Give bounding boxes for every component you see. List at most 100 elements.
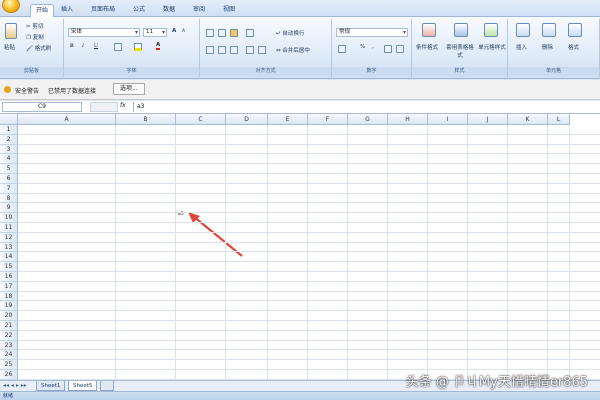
row-header-11[interactable]: 11 xyxy=(0,223,18,233)
row-header-18[interactable]: 18 xyxy=(0,291,18,302)
sheet-tab-sheet5[interactable]: Sheet5 xyxy=(68,381,98,391)
comma-button[interactable]: , xyxy=(372,44,374,50)
column-header-h[interactable]: H xyxy=(388,114,428,125)
row-header-26[interactable]: 26 xyxy=(0,370,18,380)
border-icon[interactable] xyxy=(114,43,122,51)
row-header-13[interactable]: 13 xyxy=(0,242,18,253)
shrink-font-button[interactable]: A xyxy=(182,29,185,34)
decrease-decimal-icon[interactable] xyxy=(396,45,404,53)
percent-button[interactable]: % xyxy=(360,44,365,50)
row-header-16[interactable]: 16 xyxy=(0,272,18,282)
delete-cells-icon[interactable] xyxy=(542,23,556,37)
tab-formulas[interactable]: 公式 xyxy=(128,4,150,17)
sheet-tab-sheet1[interactable]: Sheet1 xyxy=(36,381,66,391)
select-all-corner[interactable] xyxy=(0,114,18,125)
row-header-8[interactable]: 8 xyxy=(0,193,18,204)
cell-styles-icon[interactable] xyxy=(484,23,498,37)
row-header-9[interactable]: 9 xyxy=(0,203,18,214)
row-header-14[interactable]: 14 xyxy=(0,252,18,263)
row-header-2[interactable]: 2 xyxy=(0,134,18,145)
column-header-d[interactable]: D xyxy=(226,114,268,125)
formula-input[interactable]: a3 xyxy=(133,102,597,112)
tab-page-layout[interactable]: 页面布局 xyxy=(86,4,120,17)
cell-styles-button[interactable]: 单元格样式 xyxy=(478,43,506,51)
align-bottom-icon[interactable] xyxy=(230,29,238,37)
delete-cells-button[interactable]: 删除 xyxy=(542,43,553,51)
column-header-c[interactable]: C xyxy=(176,114,226,125)
tab-data[interactable]: 数据 xyxy=(158,4,180,17)
paste-button[interactable]: 粘贴 xyxy=(4,43,15,51)
new-sheet-icon[interactable] xyxy=(100,381,114,391)
row-header-12[interactable]: 12 xyxy=(0,232,18,243)
font-color-button[interactable]: A xyxy=(156,42,161,50)
name-box[interactable]: C9 xyxy=(2,102,82,112)
fill-color-icon[interactable] xyxy=(134,43,142,51)
fx-icon[interactable]: fx xyxy=(120,102,126,109)
cut-button[interactable]: ✂ 剪切 xyxy=(26,22,43,30)
insert-cells-button[interactable]: 插入 xyxy=(516,43,527,51)
format-cells-icon[interactable] xyxy=(568,23,582,37)
row-header-19[interactable]: 19 xyxy=(0,301,18,312)
align-right-icon[interactable] xyxy=(230,46,238,54)
row-header-3[interactable]: 3 xyxy=(0,144,18,155)
column-header-l[interactable]: L xyxy=(548,114,570,125)
column-header-f[interactable]: F xyxy=(308,114,348,125)
italic-button[interactable]: I xyxy=(82,43,84,49)
row-header-5[interactable]: 5 xyxy=(0,164,18,174)
tab-home[interactable]: 开始 xyxy=(30,4,55,17)
increase-decimal-icon[interactable] xyxy=(384,45,392,53)
currency-icon[interactable] xyxy=(338,45,346,53)
bold-button[interactable]: B xyxy=(70,43,74,49)
increase-indent-icon[interactable] xyxy=(258,46,266,54)
align-top-icon[interactable] xyxy=(206,29,214,37)
column-header-g[interactable]: G xyxy=(348,114,388,125)
number-label: 数字 xyxy=(332,67,411,76)
copy-button[interactable]: ❐ 复制 xyxy=(26,33,44,41)
tab-insert[interactable]: 插入 xyxy=(56,4,78,17)
row-header-23[interactable]: 23 xyxy=(0,340,18,351)
paste-icon[interactable] xyxy=(5,23,17,39)
row-header-25[interactable]: 25 xyxy=(0,360,18,370)
row-header-7[interactable]: 7 xyxy=(0,183,18,194)
align-middle-icon[interactable] xyxy=(218,29,226,37)
font-name-select[interactable]: 宋体 xyxy=(68,28,140,37)
column-header-j[interactable]: J xyxy=(468,114,508,125)
insert-cells-icon[interactable] xyxy=(516,23,530,37)
number-format-select[interactable]: 常规 xyxy=(336,28,408,37)
security-options-button[interactable]: 选项... xyxy=(113,83,145,95)
conditional-format-button[interactable]: 条件格式 xyxy=(416,43,438,51)
column-header-a[interactable]: A xyxy=(18,114,116,125)
column-header-e[interactable]: E xyxy=(268,114,308,125)
format-table-button[interactable]: 套用表格格式 xyxy=(446,43,474,59)
row-header-1[interactable]: 1 xyxy=(0,125,18,135)
column-header-k[interactable]: K xyxy=(508,114,548,125)
row-header-4[interactable]: 4 xyxy=(0,154,18,165)
column-header-b[interactable]: B xyxy=(116,114,176,125)
wrap-text-button[interactable]: ↵ 自动换行 xyxy=(276,29,304,37)
font-size-select[interactable]: 11 xyxy=(143,28,167,37)
row-header-10[interactable]: 10 xyxy=(0,213,18,223)
sheet-nav-icon[interactable]: ◂◂ ◂ ▸ ▸▸ xyxy=(3,382,27,389)
row-header-24[interactable]: 24 xyxy=(0,350,18,361)
format-painter-button[interactable]: 🖌 格式刷 xyxy=(26,44,51,52)
row-header-20[interactable]: 20 xyxy=(0,311,18,321)
align-left-icon[interactable] xyxy=(206,46,214,54)
grow-font-button[interactable]: A xyxy=(172,28,176,34)
row-header-21[interactable]: 21 xyxy=(0,321,18,331)
row-header-6[interactable]: 6 xyxy=(0,174,18,184)
column-header-i[interactable]: I xyxy=(428,114,468,125)
orientation-icon[interactable] xyxy=(246,29,254,37)
office-button-icon[interactable] xyxy=(2,0,20,13)
conditional-format-icon[interactable] xyxy=(422,23,436,37)
format-cells-button[interactable]: 格式 xyxy=(568,43,579,51)
underline-button[interactable]: U xyxy=(94,43,98,49)
decrease-indent-icon[interactable] xyxy=(246,46,254,54)
tab-view[interactable]: 视图 xyxy=(218,4,240,17)
merge-center-button[interactable]: ⇔ 合并后居中 xyxy=(276,46,310,54)
row-header-22[interactable]: 22 xyxy=(0,330,18,341)
tab-review[interactable]: 审阅 xyxy=(188,4,210,17)
row-header-17[interactable]: 17 xyxy=(0,281,18,292)
row-header-15[interactable]: 15 xyxy=(0,262,18,272)
format-table-icon[interactable] xyxy=(454,23,468,37)
align-center-icon[interactable] xyxy=(218,46,226,54)
